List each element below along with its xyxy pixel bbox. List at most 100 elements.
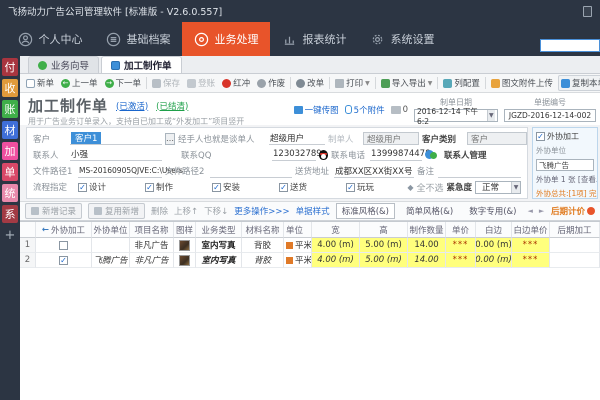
save-button[interactable]: 保存 [150, 76, 182, 90]
unit-cell[interactable]: 平米 [284, 238, 312, 253]
new-order-button[interactable]: 新单 [24, 76, 56, 90]
doc-style-link[interactable]: 单据样式 [296, 205, 330, 217]
tab-scroll-left-icon[interactable]: ◄ [527, 207, 532, 215]
prev-order-button[interactable]: ←上一单 [59, 76, 100, 90]
flow-checkbox-make[interactable] [145, 183, 154, 192]
price-cell[interactable]: *** [446, 253, 476, 268]
post-ledger-button[interactable]: 登账 [185, 76, 217, 90]
margin-cell[interactable]: 0.00 (m) [476, 238, 512, 253]
row-checkbox[interactable] [59, 241, 68, 250]
sidebar-item-7[interactable]: 系 [2, 205, 18, 223]
biz-type-cell[interactable]: 室内写真 [196, 253, 242, 268]
clipboard-icon[interactable] [583, 6, 592, 17]
path1-field[interactable]: MS-20160905QJVE:C:\Users [78, 165, 162, 178]
outsource-unit-cell[interactable] [92, 238, 130, 253]
unit-cell[interactable]: 平米 [284, 253, 312, 268]
sidebar-add-button[interactable]: + [2, 227, 18, 243]
upload-attachment-button[interactable]: 图文附件上传 [489, 76, 555, 90]
flow-checkbox-deliver[interactable] [279, 183, 288, 192]
material-cell[interactable]: 背胶 [242, 253, 284, 268]
modify-order-button[interactable]: 改单 [294, 76, 326, 90]
address-field[interactable]: 成都XX区XX街XX号 [334, 165, 414, 178]
style-tab-digital[interactable]: 数字专用(&) [464, 204, 521, 218]
qq-field[interactable]: 123032789 [272, 148, 316, 161]
urgency-combo[interactable]: 正常▼ [475, 181, 521, 194]
quick-search-input[interactable] [540, 39, 600, 52]
margin-price-cell[interactable]: *** [512, 238, 550, 253]
nav-tab-reports[interactable]: 报表统计 [270, 22, 358, 56]
style-tab-standard[interactable]: 标准风格(&) [336, 203, 395, 219]
add-record-button[interactable]: 新增记录 [25, 203, 82, 219]
customer-picker-button[interactable]: … [165, 133, 175, 145]
qty-cell[interactable]: 14.00 [408, 238, 446, 253]
status-active-link[interactable]: (已激活) [116, 100, 148, 112]
tab-business-wizard[interactable]: 业务向导 [28, 56, 99, 73]
width-cell[interactable]: 4.00 (m) [312, 238, 360, 253]
outsource-total-link[interactable]: 外协总共:[1项] 完成 [536, 188, 598, 199]
row-checkbox[interactable] [59, 256, 68, 265]
outsource-unit-cell[interactable]: 飞腾广告 [92, 253, 130, 268]
nav-tab-personal[interactable]: 个人中心 [6, 22, 94, 56]
picture-cell[interactable] [174, 238, 196, 253]
style-tab-simple[interactable]: 简单风格(&) [401, 204, 458, 218]
outsource-count-link[interactable]: 外协单 1 张 [查看...] [536, 174, 598, 185]
height-cell[interactable]: 5.00 (m) [360, 253, 408, 268]
outsource-unit-field[interactable]: 飞腾广告 [536, 159, 594, 171]
outsource-cell[interactable] [36, 238, 92, 253]
column-config-button[interactable]: 列配置 [441, 76, 482, 90]
nav-tab-archives[interactable]: 基础档案 [94, 22, 182, 56]
biz-type-cell[interactable]: 室内写真 [196, 238, 242, 253]
customer-field[interactable]: 客户1 [70, 132, 162, 145]
sidebar-item-2[interactable]: 账 [2, 100, 18, 118]
material-cell[interactable]: 背胶 [242, 238, 284, 253]
price-cell[interactable]: *** [446, 238, 476, 253]
margin-cell[interactable]: 0.00 (m) [476, 253, 512, 268]
sidebar-item-1[interactable]: 收 [2, 79, 18, 97]
handler-field[interactable]: 超级用户 [269, 132, 325, 145]
select-none-button[interactable]: 全不选 [416, 181, 443, 194]
outsource-cell[interactable] [36, 253, 92, 268]
outsource-checkbox[interactable] [536, 132, 545, 141]
next-order-button[interactable]: →下一单 [103, 76, 144, 90]
status-settled-link[interactable]: (已结清) [156, 100, 188, 112]
post-pricing-button[interactable]: 后期计价 [551, 205, 595, 217]
import-export-button[interactable]: 导入导出▼ [379, 76, 435, 90]
print-count[interactable]: 0 [391, 105, 408, 115]
one-key-upload-button[interactable]: 一键传图 [294, 104, 339, 116]
contact-field[interactable]: 小强 [70, 148, 162, 161]
contact-manager-link[interactable]: 联系人管理 [444, 149, 487, 161]
height-cell[interactable]: 5.00 (m) [360, 238, 408, 253]
move-up-button[interactable]: 上移↑ [174, 205, 198, 217]
copy-order-button[interactable]: 复制本单 [558, 75, 600, 91]
attachments-button[interactable]: 5个附件 [345, 104, 385, 116]
flow-checkbox-custom[interactable] [346, 183, 355, 192]
reuse-add-button[interactable]: 复用新增 [88, 203, 145, 219]
doc-no-field[interactable]: JGZD-2016-12-14-002 [504, 109, 596, 122]
qty-cell[interactable]: 14.00 [408, 253, 446, 268]
tab-scroll-right-icon[interactable]: ► [539, 207, 544, 215]
more-actions-link[interactable]: 更多操作>>> [234, 205, 289, 217]
order-date-combo[interactable]: 2016-12-14 下午 6:2 ▼ [414, 109, 498, 122]
post-process-cell[interactable] [550, 253, 600, 268]
red-flush-button[interactable]: 红冲 [220, 76, 252, 90]
post-process-cell[interactable] [550, 238, 600, 253]
void-button[interactable]: 作废 [255, 76, 287, 90]
nav-tab-business[interactable]: 业务处理 [182, 22, 270, 56]
flow-checkbox-install[interactable] [212, 183, 221, 192]
project-cell[interactable]: 非凡广告 [130, 238, 174, 253]
print-button[interactable]: 打印▼ [333, 76, 372, 90]
sidebar-item-5[interactable]: 单 [2, 163, 18, 181]
remark-field[interactable] [438, 165, 521, 178]
picture-cell[interactable] [174, 253, 196, 268]
delete-row-button[interactable]: 删除 [151, 205, 168, 217]
move-down-button[interactable]: 下移↓ [204, 205, 228, 217]
width-cell[interactable]: 4.00 (m) [312, 253, 360, 268]
sidebar-item-0[interactable]: 付 [2, 58, 18, 76]
margin-price-cell[interactable]: *** [512, 253, 550, 268]
sidebar-item-6[interactable]: 统 [2, 184, 18, 202]
nav-tab-settings[interactable]: 系统设置 [358, 22, 446, 56]
project-cell[interactable]: 非凡广告 [130, 253, 174, 268]
tab-work-order[interactable]: 加工制作单 [101, 56, 182, 73]
sidebar-item-3[interactable]: 材 [2, 121, 18, 139]
flow-checkbox-design[interactable] [78, 183, 87, 192]
